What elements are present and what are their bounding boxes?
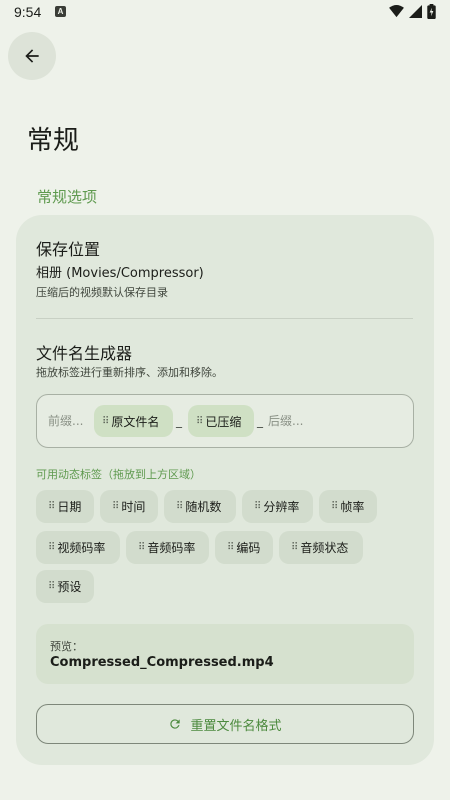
wifi-icon bbox=[389, 5, 404, 18]
tag-label: 音频码率 bbox=[147, 541, 196, 555]
drag-handle-icon[interactable]: ⠿ bbox=[196, 416, 203, 427]
save-location-title[interactable]: 保存位置 bbox=[36, 236, 100, 260]
tag-label: 视频码率 bbox=[57, 541, 106, 555]
drag-handle-icon[interactable]: ⠿ bbox=[227, 542, 234, 553]
status-time: 9:54 bbox=[14, 4, 42, 20]
drag-handle-icon[interactable]: ⠿ bbox=[176, 501, 183, 512]
drag-handle-icon[interactable]: ⠿ bbox=[331, 501, 338, 512]
tag-audio-bitrate[interactable]: ⠿ 音频码率 bbox=[126, 531, 209, 564]
drag-handle-icon[interactable]: ⠿ bbox=[102, 416, 109, 427]
divider bbox=[36, 318, 413, 319]
filename-generator-title: 文件名生成器 bbox=[36, 344, 133, 363]
tag-label: 分辨率 bbox=[263, 500, 300, 514]
reset-button-label: 重置文件名格式 bbox=[190, 718, 282, 734]
tag-audio-status[interactable]: ⠿ 音频状态 bbox=[279, 531, 363, 564]
suffix-input[interactable]: 后缀... bbox=[268, 412, 303, 429]
active-tag-compressed[interactable]: ⠿ 已压缩 bbox=[188, 405, 254, 437]
section-label: 常规选项 bbox=[37, 188, 98, 206]
save-location-value[interactable]: 相册 (Movies/Compressor) bbox=[36, 262, 204, 281]
drag-handle-icon[interactable]: ⠿ bbox=[138, 542, 145, 553]
tag-framerate[interactable]: ⠿ 帧率 bbox=[319, 490, 377, 523]
tag-random[interactable]: ⠿ 随机数 bbox=[164, 490, 236, 523]
save-location-description: 压缩后的视频默认保存目录 bbox=[36, 286, 168, 299]
separator: _ bbox=[257, 414, 263, 428]
back-button[interactable] bbox=[8, 32, 56, 80]
notification-icon: A bbox=[55, 6, 66, 17]
separator: _ bbox=[176, 414, 182, 428]
drag-handle-icon[interactable]: ⠿ bbox=[112, 501, 119, 512]
signal-icon bbox=[409, 5, 422, 18]
tag-label: 日期 bbox=[57, 500, 82, 514]
status-bar: 9:54 A bbox=[0, 0, 450, 26]
tag-label: 音频状态 bbox=[300, 541, 349, 555]
tag-video-bitrate[interactable]: ⠿ 视频码率 bbox=[36, 531, 120, 564]
tag-label: 随机数 bbox=[185, 500, 222, 514]
preview-filename: Compressed_Compressed.mp4 bbox=[50, 655, 274, 670]
drag-handle-icon[interactable]: ⠿ bbox=[48, 581, 55, 592]
preview-label: 预览： bbox=[50, 640, 83, 653]
tag-label: 帧率 bbox=[340, 500, 365, 514]
drag-handle-icon[interactable]: ⠿ bbox=[48, 501, 55, 512]
tag-time[interactable]: ⠿ 时间 bbox=[100, 490, 158, 523]
prefix-input[interactable]: 前缀... bbox=[48, 412, 83, 429]
drag-handle-icon[interactable]: ⠿ bbox=[254, 501, 261, 512]
refresh-icon bbox=[170, 719, 181, 729]
available-tags-label: 可用动态标签（拖放到上方区域） bbox=[36, 468, 201, 481]
tag-label: 编码 bbox=[236, 541, 261, 555]
tag-resolution[interactable]: ⠿ 分辨率 bbox=[242, 490, 313, 523]
tag-codec[interactable]: ⠿ 编码 bbox=[215, 531, 273, 564]
battery-icon bbox=[427, 4, 436, 19]
tag-date[interactable]: ⠿ 日期 bbox=[36, 490, 94, 523]
filename-generator-description: 拖放标签进行重新排序、添加和移除。 bbox=[36, 366, 223, 379]
active-tag-label: 已压缩 bbox=[205, 414, 242, 429]
active-tag-original-name[interactable]: ⠿ 原文件名 bbox=[94, 405, 173, 437]
tag-label: 预设 bbox=[57, 580, 82, 594]
tag-label: 时间 bbox=[121, 500, 146, 514]
active-tag-label: 原文件名 bbox=[111, 414, 160, 429]
drag-handle-icon[interactable]: ⠿ bbox=[291, 542, 298, 553]
tag-preset[interactable]: ⠿ 预设 bbox=[36, 570, 94, 603]
drag-handle-icon[interactable]: ⠿ bbox=[48, 542, 55, 553]
preview-box bbox=[36, 624, 414, 684]
arrow-left-icon bbox=[25, 49, 39, 63]
page-title: 常规 bbox=[27, 126, 80, 156]
reset-filename-button[interactable]: 重置文件名格式 bbox=[36, 704, 414, 744]
